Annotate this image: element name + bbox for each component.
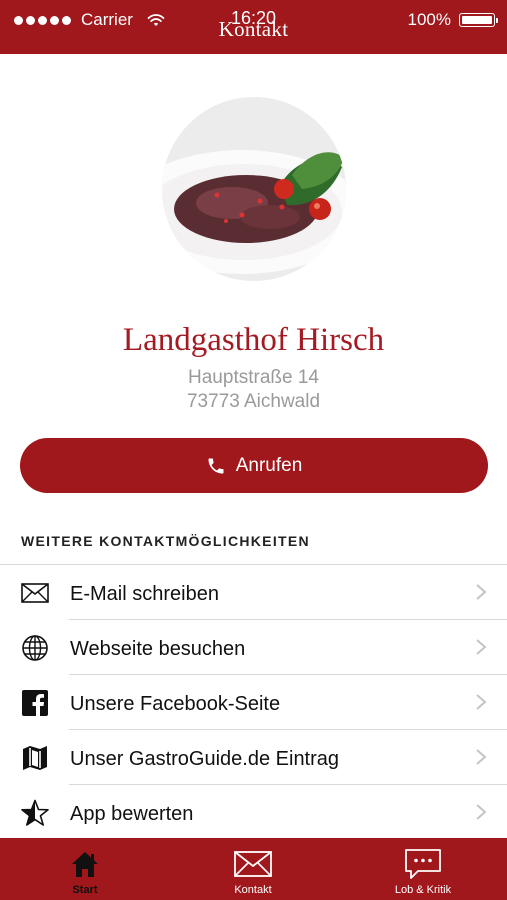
speech-bubble-icon: [404, 848, 442, 880]
top-bar: Carrier 16:20 Kontakt 100%: [0, 0, 507, 54]
address-city: 73773 Aichwald: [186, 391, 321, 412]
tab-lob-kritik[interactable]: Lob & Kritik: [378, 838, 468, 900]
chevron-right-icon: [476, 749, 487, 765]
contact-options-list: E-Mail schreiben Webseite besuchen Unser…: [0, 564, 507, 840]
facebook-icon: [20, 689, 50, 717]
chevron-right-icon: [476, 584, 487, 600]
envelope-icon: [20, 579, 50, 607]
map-icon: [20, 744, 50, 772]
call-button[interactable]: Anrufen: [20, 438, 488, 493]
list-item-email[interactable]: E-Mail schreiben: [0, 565, 507, 620]
list-item-rate-app[interactable]: App bewerten: [0, 785, 507, 840]
battery-percent: 100%: [407, 10, 451, 29]
list-item-gastroguide[interactable]: Unser GastroGuide.de Eintrag: [0, 730, 507, 785]
section-title: WEITERE KONTAKTMÖGLICHKEITEN: [21, 533, 310, 549]
envelope-icon: [234, 848, 272, 880]
tab-kontakt[interactable]: Kontakt: [213, 838, 293, 900]
battery-icon: [459, 13, 498, 27]
list-item-label: E-Mail schreiben: [70, 583, 219, 605]
tab-start[interactable]: Start: [45, 838, 125, 900]
globe-icon: [20, 634, 50, 662]
chevron-right-icon: [476, 804, 487, 820]
home-icon: [70, 848, 100, 880]
list-item-label: Unser GastroGuide.de Eintrag: [70, 748, 340, 770]
chevron-right-icon: [476, 639, 487, 655]
phone-icon: [208, 458, 224, 473]
restaurant-name: Landgasthof Hirsch: [122, 322, 385, 358]
status-right: 100%: [407, 10, 498, 30]
tab-bar: Start Kontakt Lob & Kritik: [0, 838, 507, 900]
call-button-label: Anrufen: [235, 454, 303, 476]
star-icon: [20, 799, 50, 827]
address-street: Hauptstraße 14: [188, 367, 319, 388]
restaurant-dish-photo: [162, 97, 346, 281]
tab-label: Kontakt: [234, 884, 272, 896]
list-item-website[interactable]: Webseite besuchen: [0, 620, 507, 675]
list-item-label: App bewerten: [70, 803, 194, 825]
chevron-right-icon: [476, 694, 487, 710]
tab-label: Start: [72, 884, 98, 896]
tab-label: Lob & Kritik: [394, 884, 452, 896]
list-item-label: Webseite besuchen: [70, 638, 246, 660]
list-item-label: Unsere Facebook-Seite: [70, 693, 281, 715]
list-item-facebook[interactable]: Unsere Facebook-Seite: [0, 675, 507, 730]
